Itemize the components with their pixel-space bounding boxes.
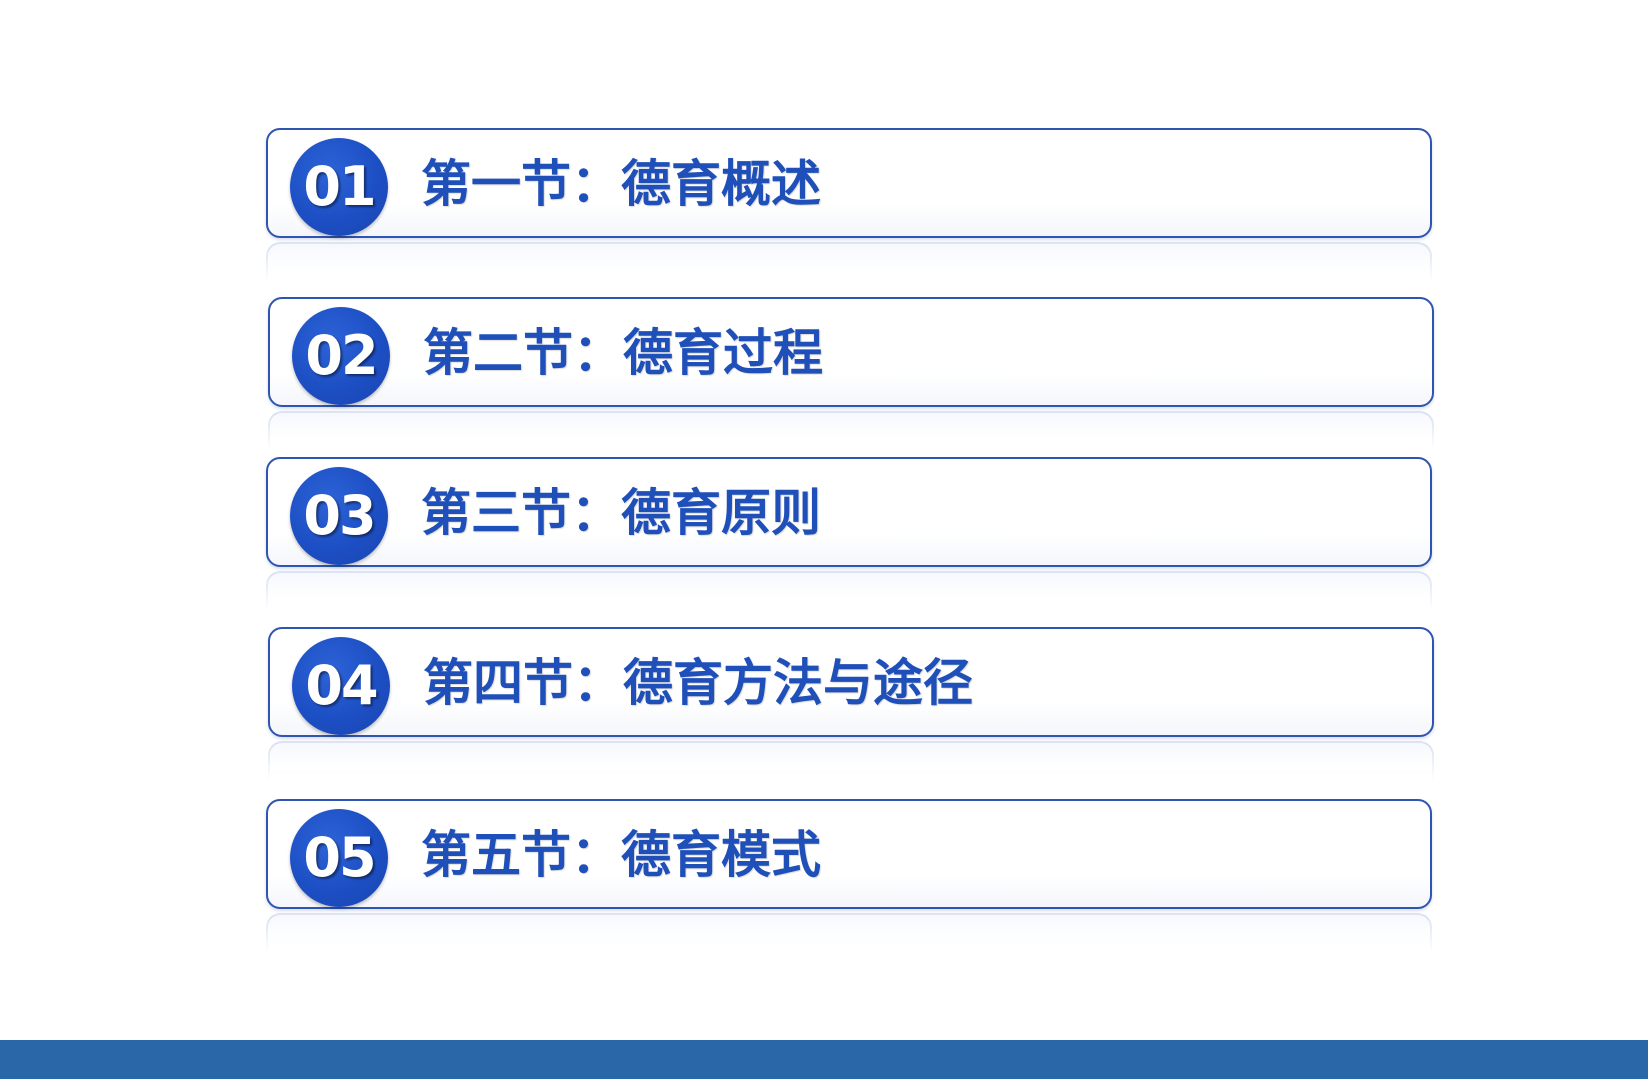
section-title: 第一节：德育概述 [421,155,821,213]
toc-item-reflection [266,242,1432,282]
section-number: 05 [303,826,376,889]
bottom-bar [0,1040,1648,1079]
number-badge: 05 [290,809,388,907]
toc-item-reflection [266,571,1432,611]
toc-item-4: 04 第四节：德育方法与途径 [268,627,1434,781]
section-number: 04 [305,654,378,717]
table-of-contents: 01 第一节：德育概述 02 第二节：德育过程 03 第三节：德育原则 04 第… [0,0,1648,1040]
toc-item-reflection [268,411,1434,451]
slide: 01 第一节：德育概述 02 第二节：德育过程 03 第三节：德育原则 04 第… [0,0,1648,1079]
toc-item-3: 03 第三节：德育原则 [266,457,1432,611]
number-badge: 03 [290,467,388,565]
section-title: 第五节：德育模式 [421,826,821,884]
number-badge: 02 [292,307,390,405]
section-number: 02 [305,324,378,387]
section-title: 第二节：德育过程 [423,324,823,382]
section-title: 第三节：德育原则 [421,484,821,542]
toc-item-reflection [266,913,1432,953]
section-number: 03 [303,484,376,547]
toc-item-5: 05 第五节：德育模式 [266,799,1432,953]
toc-item-reflection [268,741,1434,781]
section-title: 第四节：德育方法与途径 [423,654,973,712]
toc-item-1: 01 第一节：德育概述 [266,128,1432,282]
section-number: 01 [303,155,376,218]
number-badge: 01 [290,138,388,236]
number-badge: 04 [292,637,390,735]
toc-item-2: 02 第二节：德育过程 [268,297,1434,451]
